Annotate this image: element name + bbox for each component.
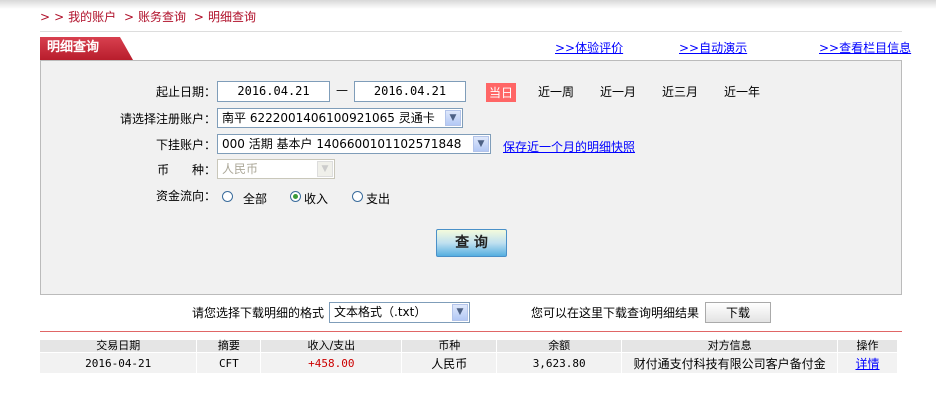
breadcrumb-sep: > [193, 10, 204, 24]
radio-expense-label: 支出 [366, 192, 391, 206]
quick-month[interactable]: 近一月 [600, 83, 636, 100]
detail-table: 交易日期 摘要 收入/支出 币种 余额 对方信息 操作 2016-04-21 C… [40, 340, 898, 373]
format-value: 文本格式（.txt） [334, 305, 427, 319]
snapshot-link[interactable]: 保存近一个月的明细快照 [503, 138, 635, 155]
flow-label: 资金流向： [155, 189, 216, 203]
currency-label: 币 种： [157, 163, 216, 177]
link-auto-demo[interactable]: >>自动演示 [679, 39, 747, 56]
tab-detail-query[interactable]: 明细查询 [40, 37, 133, 60]
radio-all[interactable] [222, 191, 233, 202]
cell-currency: 人民币 [401, 352, 498, 373]
quick-year[interactable]: 近一年 [724, 83, 760, 100]
link-column-info[interactable]: >>查看栏目信息 [819, 39, 911, 56]
col-action: 操作 [837, 340, 898, 353]
breadcrumb: > > 我的账户 > 账务查询 > 明细查询 [40, 8, 260, 25]
account-select[interactable]: 南平 6222001406100921065 灵通卡 ▼ [217, 108, 463, 128]
detail-link[interactable]: 详情 [855, 357, 879, 371]
radio-all-label: 全部 [243, 192, 268, 206]
date-label: 起止日期： [155, 85, 216, 99]
breadcrumb-sep: > [54, 10, 65, 24]
cell-counterparty: 财付通支付科技有限公司客户备付金 [621, 352, 838, 373]
cell-summary: CFT [196, 352, 262, 373]
download-hint: 您可以在这里下载查询明细结果 [531, 306, 700, 320]
chevron-down-icon[interactable]: ▼ [445, 110, 461, 126]
query-panel: 起止日期： 2016.04.21 — 2016.04.21 当日 近一周 近一月… [40, 60, 902, 295]
radio-income-label: 收入 [304, 192, 329, 206]
col-counterparty: 对方信息 [621, 340, 838, 353]
currency-value: 人民币 [222, 162, 259, 176]
col-amount: 收入/支出 [260, 340, 403, 353]
table-header: 交易日期 摘要 收入/支出 币种 余额 对方信息 操作 [40, 340, 898, 353]
account-label: 请选择注册账户： [119, 112, 216, 126]
col-currency: 币种 [401, 340, 498, 353]
sub-account-label: 下挂账户： [155, 138, 216, 152]
breadcrumb-sep: > [40, 10, 51, 24]
breadcrumb-detail-query: 明细查询 [207, 10, 256, 24]
radio-expense[interactable] [352, 191, 363, 202]
format-select[interactable]: 文本格式（.txt） ▼ [329, 302, 470, 323]
table-row: 2016-04-21 CFT +458.00 人民币 3,623.80 财付通支… [40, 352, 898, 373]
col-balance: 余额 [496, 340, 623, 353]
query-button[interactable]: 查 询 [436, 229, 507, 257]
quick-3months[interactable]: 近三月 [662, 83, 698, 100]
quick-week[interactable]: 近一周 [538, 83, 574, 100]
quick-today[interactable]: 当日 [486, 83, 517, 102]
start-date-input[interactable]: 2016.04.21 [217, 81, 330, 102]
cell-balance: 3,623.80 [496, 352, 623, 373]
breadcrumb-my-account[interactable]: 我的账户 [68, 10, 116, 24]
download-button[interactable]: 下载 [705, 302, 771, 323]
breadcrumb-sep: > [123, 10, 135, 24]
end-date-input[interactable]: 2016.04.21 [354, 81, 466, 102]
sub-account-value: 000 活期 基本户 1406600101102571848 [222, 137, 462, 151]
link-feedback[interactable]: >>体验评价 [555, 39, 623, 56]
date-dash: — [336, 83, 348, 97]
cell-date: 2016-04-21 [40, 352, 198, 373]
breadcrumb-account-query[interactable]: 账务查询 [138, 10, 186, 24]
currency-select: 人民币 ▼ [217, 159, 335, 179]
sub-account-select[interactable]: 000 活期 基本户 1406600101102571848 ▼ [217, 134, 491, 154]
format-label: 请您选择下载明细的格式 [192, 306, 325, 320]
chevron-down-icon[interactable]: ▼ [473, 136, 489, 152]
chevron-down-icon[interactable]: ▼ [452, 304, 468, 321]
col-date: 交易日期 [40, 340, 198, 353]
col-summary: 摘要 [196, 340, 262, 353]
divider [40, 31, 902, 32]
divider-red [40, 331, 902, 332]
cell-amount: +458.00 [260, 352, 403, 373]
chevron-down-icon: ▼ [317, 161, 333, 177]
account-value: 南平 6222001406100921065 灵通卡 [222, 111, 435, 125]
radio-income[interactable] [290, 191, 301, 202]
